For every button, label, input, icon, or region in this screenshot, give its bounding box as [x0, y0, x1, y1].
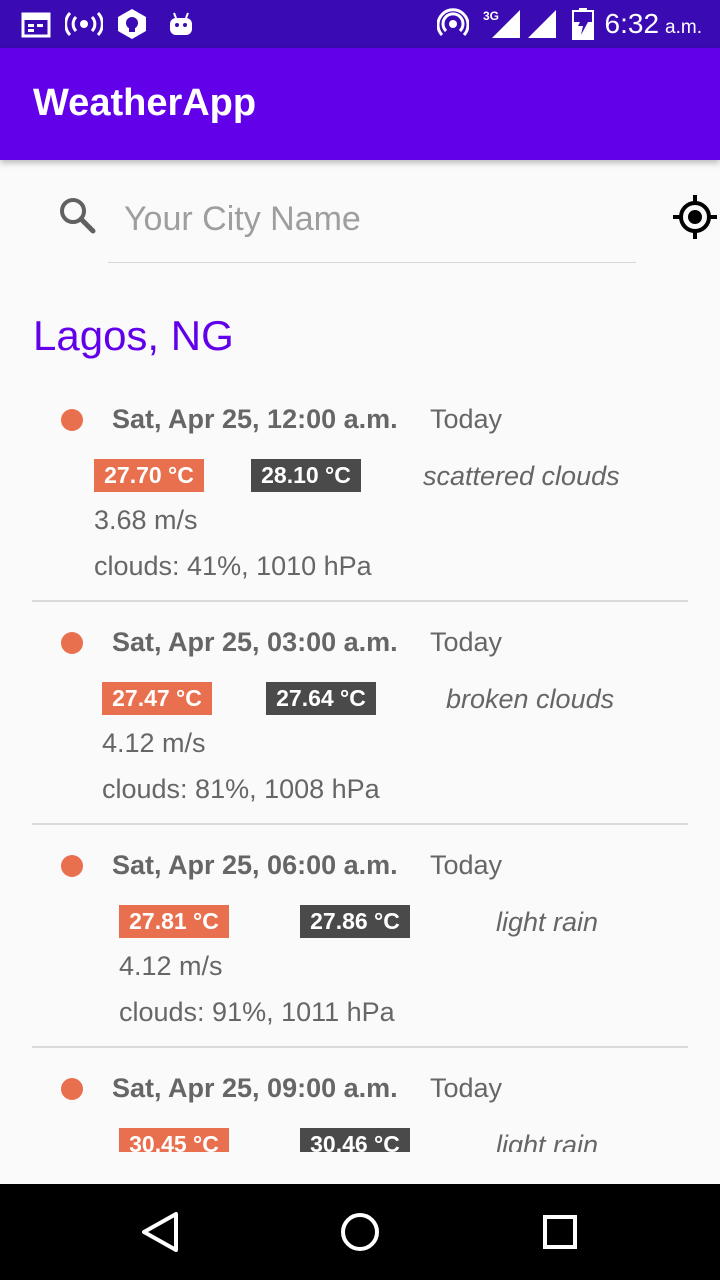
back-icon[interactable] [136, 1208, 184, 1256]
my-location-icon[interactable] [672, 194, 718, 240]
navigation-bar [0, 1184, 720, 1280]
temp-max-badge: 27.64 °C [266, 682, 376, 715]
forecast-datetime: Sat, Apr 25, 09:00 a.m. [112, 1073, 398, 1103]
forecast-item[interactable]: Sat, Apr 25, 03:00 a.m. Today 27.47 °C 2… [0, 601, 720, 825]
home-icon[interactable] [336, 1208, 384, 1256]
city-search-field[interactable] [108, 186, 636, 263]
status-bar: 3G 6:32 a.m. [0, 0, 720, 48]
forecast-item[interactable]: Sat, Apr 25, 09:00 a.m. Today 30.45 °C 3… [0, 1047, 720, 1152]
bullet-dot [61, 632, 83, 654]
search-icon [56, 194, 100, 238]
forecast-day: Today [430, 850, 503, 880]
wifi-hotspot-icon [436, 8, 470, 40]
weather-description: light rain [496, 1130, 599, 1152]
status-time: 6:32 a.m. [605, 8, 702, 40]
clock-time: 6:32 [604, 8, 660, 39]
hotspot-icon [64, 8, 104, 40]
wind-speed: 3.68 m/s [94, 505, 198, 535]
city-search-input[interactable] [124, 194, 624, 244]
forecast-day: Today [430, 404, 503, 434]
clock-ampm: a.m. [665, 17, 702, 38]
temp-max-badge: 27.86 °C [300, 905, 410, 938]
vpn-shield-icon [115, 8, 149, 40]
bullet-dot [61, 855, 83, 877]
clouds-pressure: clouds: 91%, 1011 hPa [119, 997, 395, 1027]
temp-max-badge: 30.46 °C [300, 1128, 410, 1152]
forecast-day: Today [430, 1073, 503, 1103]
clouds-pressure: clouds: 41%, 1010 hPa [94, 551, 372, 581]
weather-description: broken clouds [446, 684, 615, 714]
forecast-list[interactable]: Sat, Apr 25, 12:00 a.m. Today 27.70 °C 2… [0, 378, 720, 1152]
app-bar: WeatherApp [0, 48, 720, 160]
svg-text:3G: 3G [483, 9, 499, 23]
bullet-dot [61, 409, 83, 431]
temp-max-badge: 28.10 °C [251, 459, 361, 492]
forecast-item[interactable]: Sat, Apr 25, 06:00 a.m. Today 27.81 °C 2… [0, 824, 720, 1048]
bullet-dot [61, 1078, 83, 1100]
wind-speed: 4.12 m/s [102, 728, 206, 758]
temp-min-badge: 27.81 °C [119, 905, 229, 938]
app-title: WeatherApp [33, 82, 257, 124]
clouds-pressure: clouds: 81%, 1008 hPa [102, 774, 380, 804]
city-heading: Lagos, NG [33, 312, 234, 359]
temp-min-badge: 30.45 °C [119, 1128, 229, 1152]
temp-min-badge: 27.70 °C [94, 459, 204, 492]
forecast-datetime: Sat, Apr 25, 06:00 a.m. [112, 850, 398, 880]
weather-description: scattered clouds [423, 461, 620, 491]
wind-speed: 4.12 m/s [119, 951, 223, 981]
battery-charging-icon [572, 8, 594, 40]
forecast-datetime: Sat, Apr 25, 12:00 a.m. [112, 404, 398, 434]
forecast-day: Today [430, 627, 503, 657]
recents-icon[interactable] [536, 1208, 584, 1256]
forecast-item[interactable]: Sat, Apr 25, 12:00 a.m. Today 27.70 °C 2… [0, 378, 720, 602]
calendar-icon [20, 8, 52, 40]
temp-min-badge: 27.47 °C [102, 682, 212, 715]
android-icon [166, 8, 196, 40]
weather-description: light rain [496, 907, 599, 937]
cell-signal-icon [528, 8, 558, 40]
forecast-datetime: Sat, Apr 25, 03:00 a.m. [112, 627, 398, 657]
cell-signal-icon: 3G [482, 8, 522, 40]
